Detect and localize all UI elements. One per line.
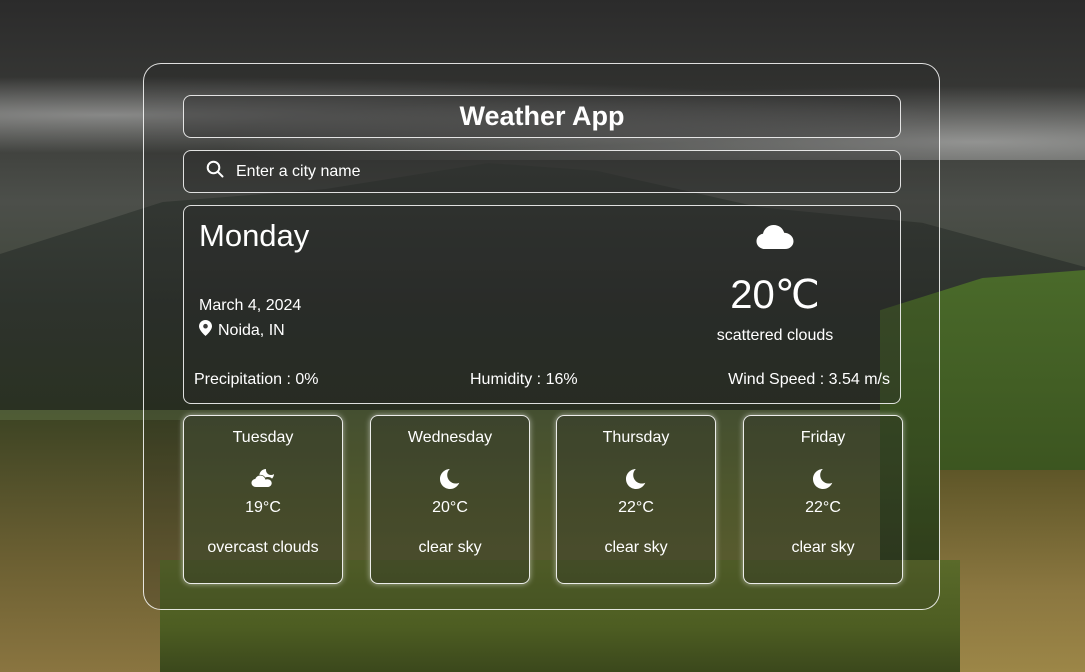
current-temperature: 20℃ <box>730 273 820 317</box>
search-bar[interactable] <box>183 150 901 193</box>
current-description: scattered clouds <box>716 327 834 344</box>
forecast-description: clear sky <box>791 539 855 556</box>
current-date: March 4, 2024 <box>199 297 302 314</box>
moon-icon <box>557 468 715 490</box>
forecast-temperature: 22°C <box>618 499 654 516</box>
moon-icon <box>371 468 529 490</box>
forecast-day: Wednesday <box>407 429 493 446</box>
cloud-icon <box>756 224 794 255</box>
precipitation-stat: Precipitation : 0% <box>194 371 319 388</box>
forecast-day: Tuesday <box>232 429 294 446</box>
forecast-card-friday: Friday 22°C clear sky <box>743 415 903 584</box>
app-title: Weather App <box>459 101 625 131</box>
forecast-card-tuesday: Tuesday 19°C overcast clouds <box>183 415 343 584</box>
forecast-card-thursday: Thursday 22°C clear sky <box>556 415 716 584</box>
current-weather-card: Monday March 4, 2024 Noida, IN 20℃ scatt… <box>183 205 901 404</box>
wind-speed-stat: Wind Speed : 3.54 m/s <box>728 371 890 388</box>
map-pin-icon <box>199 320 218 341</box>
forecast-description: clear sky <box>604 539 668 556</box>
weather-panel: Weather App Monday March 4, 2024 Noida, … <box>143 63 940 610</box>
forecast-description: overcast clouds <box>207 539 319 556</box>
cloud-moon-icon <box>184 468 342 488</box>
forecast-card-wednesday: Wednesday 20°C clear sky <box>370 415 530 584</box>
forecast-temperature: 19°C <box>245 499 281 516</box>
current-day: Monday <box>199 218 310 253</box>
forecast-description: clear sky <box>418 539 482 556</box>
forecast-temperature: 20°C <box>432 499 468 516</box>
forecast-day: Thursday <box>602 429 670 446</box>
city-search-input[interactable] <box>234 161 838 182</box>
app-title-bar: Weather App <box>183 95 901 138</box>
forecast-temperature: 22°C <box>805 499 841 516</box>
humidity-stat: Humidity : 16% <box>470 371 578 388</box>
search-icon[interactable] <box>206 160 224 183</box>
moon-icon <box>744 468 902 490</box>
current-location: Noida, IN <box>199 320 285 341</box>
forecast-day: Friday <box>800 429 846 446</box>
grass-right <box>940 470 1085 672</box>
location-label: Noida, IN <box>218 321 285 339</box>
